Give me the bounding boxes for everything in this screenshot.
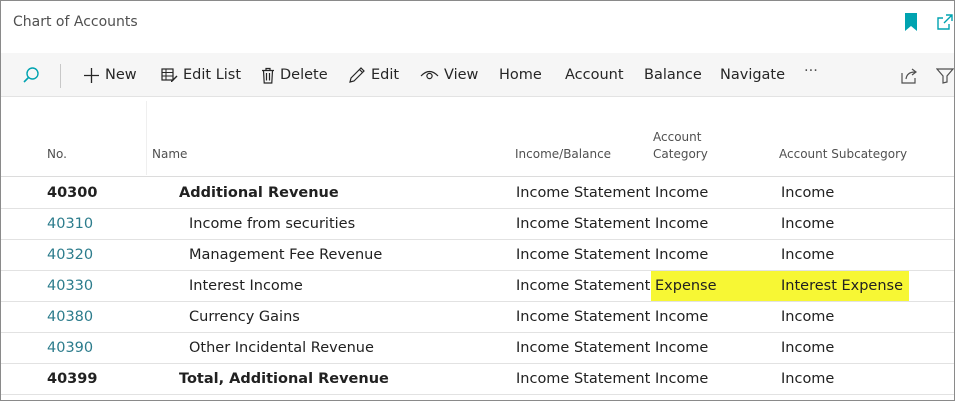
title-bar: Chart of Accounts [1, 1, 954, 53]
search-icon [22, 66, 40, 84]
view-button[interactable]: View [420, 53, 478, 97]
more-options-button[interactable]: ··· [804, 49, 818, 93]
eye-icon [420, 68, 439, 82]
income-balance: Income Statement [516, 216, 651, 232]
account-subcategory-highlighted: Interest Expense [777, 271, 909, 301]
income-balance: Income Statement [516, 278, 651, 294]
table-row[interactable]: 40399 Total, Additional Revenue Income S… [1, 364, 954, 395]
pop-out-icon[interactable] [934, 13, 954, 31]
page-title: Chart of Accounts [13, 14, 138, 30]
account-category: Income [655, 216, 709, 232]
table-row[interactable]: 40310 Income from securities Income Stat… [1, 209, 954, 240]
column-header-no[interactable]: No. [47, 146, 67, 163]
home-menu[interactable]: Home [499, 53, 542, 97]
account-category: Income [655, 340, 709, 356]
share-button[interactable] [900, 53, 919, 97]
column-header-account-category-line2: Category [653, 147, 708, 161]
share-icon [900, 67, 919, 84]
account-category: Income [655, 247, 709, 263]
table-row[interactable]: 40300 Additional Revenue Income Statemen… [1, 178, 954, 209]
chart-of-accounts-window: Chart of Accounts New Edit List Delete E… [0, 0, 955, 401]
column-header-income-balance[interactable]: Income/Balance [515, 146, 611, 163]
table-row[interactable]: 40390 Other Incidental Revenue Income St… [1, 333, 954, 364]
table-row[interactable]: 40320 Management Fee Revenue Income Stat… [1, 240, 954, 271]
column-divider [146, 101, 147, 175]
account-no-link[interactable]: 40330 [47, 271, 93, 301]
toolbar-divider [60, 64, 61, 88]
account-no[interactable]: 40300 [47, 178, 97, 208]
balance-menu[interactable]: Balance [644, 53, 702, 97]
account-subcategory: Income [781, 247, 835, 263]
bookmark-icon[interactable] [903, 12, 919, 32]
income-balance: Income Statement [516, 185, 651, 201]
account-no-link[interactable]: 40310 [47, 209, 93, 239]
column-header-account-subcategory[interactable]: Account Subcategory [779, 146, 907, 163]
more-label: ··· [804, 63, 818, 79]
account-name: Currency Gains [189, 309, 300, 325]
filter-button[interactable] [936, 53, 954, 97]
table-row[interactable]: 40380 Currency Gains Income Statement In… [1, 302, 954, 333]
plus-icon [83, 67, 100, 84]
column-header-account-category-line1: Account [653, 130, 702, 144]
column-header-name[interactable]: Name [152, 146, 187, 163]
new-label: New [105, 67, 137, 83]
account-name: Management Fee Revenue [189, 247, 383, 263]
account-category-highlighted: Expense [651, 271, 777, 301]
table-row[interactable]: 40330 Interest Income Income Statement E… [1, 271, 954, 302]
navigate-label: Navigate [720, 67, 786, 83]
search-button[interactable] [22, 53, 40, 97]
income-balance: Income Statement [516, 309, 651, 325]
account-no-link[interactable]: 40390 [47, 333, 93, 363]
column-header-account-category[interactable]: Account Category [653, 129, 708, 163]
account-subcategory: Income [781, 185, 835, 201]
income-balance: Income Statement [516, 371, 651, 387]
home-label: Home [499, 67, 542, 83]
account-subcategory: Income [781, 371, 835, 387]
account-name: Total, Additional Revenue [179, 371, 389, 387]
account-menu[interactable]: Account [565, 53, 624, 97]
account-subcategory: Income [781, 340, 835, 356]
account-no-link[interactable]: 40380 [47, 302, 93, 332]
account-name: Additional Revenue [179, 185, 339, 201]
account-label: Account [565, 67, 624, 83]
view-label: View [444, 67, 479, 83]
pencil-icon [348, 66, 366, 84]
income-balance: Income Statement [516, 340, 651, 356]
income-balance: Income Statement [516, 247, 651, 263]
delete-label: Delete [280, 67, 328, 83]
account-name: Other Incidental Revenue [189, 340, 374, 356]
edit-label: Edit [371, 67, 400, 83]
trash-icon [261, 67, 275, 84]
account-no[interactable]: 40399 [47, 364, 97, 394]
filter-icon [936, 67, 954, 84]
edit-button[interactable]: Edit [348, 53, 399, 97]
account-category: Income [655, 371, 709, 387]
delete-button[interactable]: Delete [261, 53, 328, 97]
account-name: Income from securities [189, 216, 356, 232]
account-no-link[interactable]: 40320 [47, 240, 93, 270]
account-subcategory: Income [781, 216, 835, 232]
account-name: Interest Income [189, 278, 303, 294]
account-category: Income [655, 185, 709, 201]
new-button[interactable]: New [83, 53, 137, 97]
edit-list-icon [161, 67, 178, 83]
navigate-menu[interactable]: Navigate [720, 53, 785, 97]
edit-list-button[interactable]: Edit List [161, 53, 241, 97]
balance-label: Balance [644, 67, 702, 83]
grid-header: No. Name Income/Balance Account Category… [1, 97, 954, 177]
edit-list-label: Edit List [183, 67, 242, 83]
account-subcategory: Income [781, 309, 835, 325]
account-category: Income [655, 309, 709, 325]
action-bar: New Edit List Delete Edit View Home Acco… [1, 53, 954, 97]
